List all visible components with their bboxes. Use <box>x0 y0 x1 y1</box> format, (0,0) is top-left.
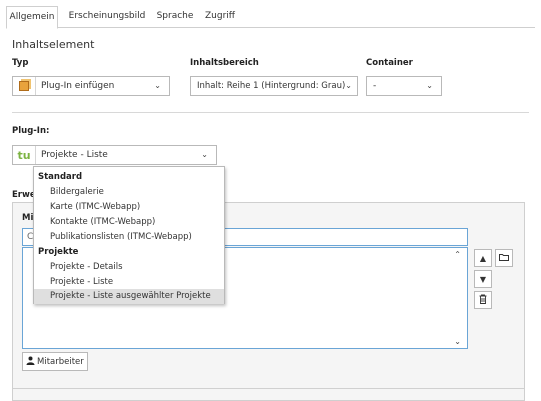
section-title: Inhaltselement <box>12 38 95 51</box>
move-up-button[interactable]: ▲ <box>474 249 492 267</box>
dropdown-option[interactable]: Bildergalerie <box>34 185 224 200</box>
arrow-up-icon: ▲ <box>479 253 487 263</box>
plugin-select-value: Projekte - Liste <box>41 150 108 160</box>
panel-divider <box>13 388 524 389</box>
typ-label: Typ <box>12 58 29 68</box>
chevron-down-icon: ⌄ <box>154 81 161 90</box>
chevron-down-icon: ⌄ <box>201 150 208 159</box>
move-down-button[interactable]: ▼ <box>474 270 492 288</box>
tab-zugriff[interactable]: Zugriff <box>200 6 240 27</box>
dropdown-group-standard: Standard <box>38 172 83 182</box>
trash-icon <box>479 294 487 306</box>
tab-sprache[interactable]: Sprache <box>152 6 198 27</box>
plugin-label: Plug-In: <box>12 126 50 136</box>
chevron-down-icon: ⌄ <box>426 81 433 90</box>
inhaltsbereich-label: Inhaltsbereich <box>190 58 259 68</box>
tab-bar: Allgemein Erscheinungsbild Sprache Zugri… <box>0 0 541 29</box>
dropdown-option[interactable]: Projekte - Details <box>34 260 224 275</box>
scroll-down-icon[interactable]: ⌄ <box>454 337 461 346</box>
delete-button[interactable] <box>474 291 492 309</box>
tab-allgemein[interactable]: Allgemein <box>6 6 58 29</box>
inhaltsbereich-select-value: Inhalt: Reihe 1 (Hintergrund: Grau) <box>197 81 346 91</box>
folder-icon <box>499 253 509 263</box>
tu-logo: tu <box>17 148 31 162</box>
container-select-value: - <box>373 81 377 91</box>
plugin-dropdown-list[interactable]: Standard Bildergalerie Karte (ITMC-Webap… <box>33 166 225 304</box>
chevron-down-icon: ⌄ <box>345 81 352 90</box>
tu-logo-icon: tu <box>13 146 36 164</box>
dropdown-option[interactable]: Projekte - Liste <box>34 275 224 290</box>
mitarbeiter-button-label: Mitarbeiter <box>37 356 84 367</box>
dropdown-option[interactable]: Karte (ITMC-Webapp) <box>34 200 224 215</box>
mitarbeiter-button[interactable]: Mitarbeiter <box>22 352 88 371</box>
tab-erscheinungsbild[interactable]: Erscheinungsbild <box>62 6 152 27</box>
plugin-cube-icon <box>13 77 36 95</box>
inhaltsbereich-select[interactable]: Inhalt: Reihe 1 (Hintergrund: Grau) ⌄ <box>190 76 358 96</box>
typ-select-value: Plug-In einfügen <box>41 81 115 91</box>
dropdown-option[interactable]: Publikationslisten (ITMC-Webapp) <box>34 230 224 245</box>
dropdown-group-projekte: Projekte <box>38 247 79 257</box>
user-icon <box>23 356 37 368</box>
typ-select[interactable]: Plug-In einfügen ⌄ <box>12 76 170 96</box>
container-label: Container <box>366 58 413 68</box>
divider <box>12 112 529 113</box>
arrow-down-icon: ▼ <box>479 274 487 284</box>
scroll-up-icon[interactable]: ⌃ <box>454 250 461 259</box>
dropdown-option-highlighted[interactable]: Projekte - Liste ausgewählter Projekte <box>34 289 224 304</box>
browse-folder-button[interactable] <box>495 249 513 267</box>
container-select[interactable]: - ⌄ <box>366 76 442 96</box>
dropdown-option[interactable]: Kontakte (ITMC-Webapp) <box>34 215 224 230</box>
plugin-select[interactable]: tu Projekte - Liste ⌄ <box>12 145 217 165</box>
